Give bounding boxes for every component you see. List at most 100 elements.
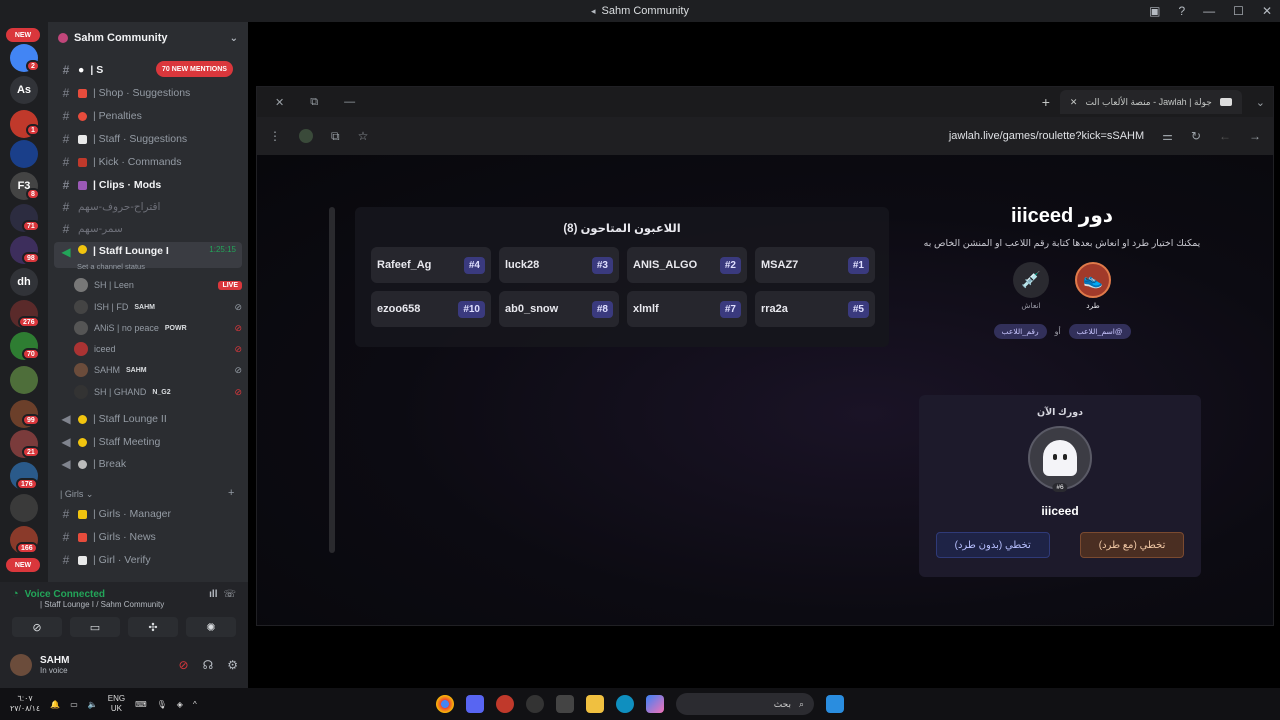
user-info[interactable]: SAHM In voice <box>40 655 69 675</box>
player-card[interactable]: #1 MSAZ7 <box>755 247 875 283</box>
gear-icon[interactable]: ⚙ <box>227 658 238 672</box>
windows-start-icon[interactable] <box>826 695 844 713</box>
server-icon[interactable] <box>10 140 38 168</box>
minimize-button[interactable]: — <box>1203 4 1215 18</box>
avatar[interactable] <box>10 654 32 676</box>
keyboard-icon[interactable]: ⌨ <box>135 700 147 709</box>
close-tab-icon[interactable]: ✕ <box>1070 97 1078 108</box>
minimize-icon[interactable]: — <box>344 96 355 109</box>
skip-with-kick-button[interactable]: تخطي (مع طرد) <box>1079 532 1185 558</box>
extensions-icon[interactable]: ⧉ <box>331 129 340 144</box>
channel-item[interactable]: # | Girls · News <box>54 527 242 547</box>
channel-item[interactable]: # | Girls · Manager <box>54 504 242 524</box>
guild-header[interactable]: Sahm Community ⌄ <box>48 22 248 54</box>
skip-without-kick-button[interactable]: تخطي (بدون طرد) <box>935 532 1050 558</box>
close-icon[interactable]: ✕ <box>275 96 284 109</box>
edge-icon[interactable] <box>616 695 634 713</box>
player-card[interactable]: #4 Rafeef_Ag <box>371 247 491 283</box>
forward-icon[interactable]: → <box>1249 129 1261 143</box>
chevron-up-icon[interactable]: ^ <box>193 700 197 709</box>
voice-channel[interactable]: ◀ | Staff Meeting <box>54 432 242 452</box>
channel-item[interactable]: # سمر-سهم <box>54 219 242 239</box>
voice-user[interactable]: ISH | FD SAHM ⊘ <box>74 297 242 317</box>
folder-icon[interactable] <box>586 695 604 713</box>
mode-kick[interactable]: 👟 طرد <box>1075 262 1111 310</box>
volume-icon[interactable]: 🔈 <box>88 700 98 709</box>
camera-button[interactable]: ⊘ <box>12 617 62 637</box>
player-card[interactable]: #5 rra2a <box>755 291 875 327</box>
disconnect-icon[interactable]: ☏ <box>223 589 236 600</box>
new-tab-button[interactable]: + <box>1042 94 1050 110</box>
server-icon[interactable] <box>10 494 38 522</box>
waveform-icon[interactable]: ıll <box>209 589 217 600</box>
chrome-icon[interactable] <box>436 695 454 713</box>
channel-item[interactable]: # | Girl · Verify <box>54 550 242 570</box>
player-card[interactable]: #10 ezoo658 <box>371 291 491 327</box>
settings-icon[interactable] <box>526 695 544 713</box>
discord-icon[interactable] <box>466 695 484 713</box>
restore-icon[interactable]: ⧉ <box>310 96 318 109</box>
channel-item[interactable]: # | Staff · Suggestions <box>54 129 242 149</box>
close-button[interactable]: ✕ <box>1262 4 1272 18</box>
player-card[interactable]: #7 xlmlf <box>627 291 747 327</box>
url-field[interactable]: jawlah.live/games/roulette?kick=sSAHM <box>949 130 1144 142</box>
voice-location[interactable]: | Staff Lounge I / Sahm Community <box>40 600 236 609</box>
browser-tab[interactable]: ✕ جولة | Jawlah - منصة الألعاب الت <box>1059 90 1242 114</box>
copilot-icon[interactable] <box>646 695 664 713</box>
player-card[interactable]: #8 ab0_snow <box>499 291 619 327</box>
notification-icon[interactable]: 🔔 <box>50 700 60 709</box>
display-icon[interactable]: ▭ <box>70 700 78 709</box>
new-pill[interactable]: NEW <box>6 558 40 572</box>
mic-muted-icon[interactable]: ⊘ <box>179 658 189 672</box>
help-icon[interactable]: ? <box>1178 4 1185 18</box>
voice-user[interactable]: SAHM SAHM ⊘ <box>74 360 242 380</box>
maximize-button[interactable]: ☐ <box>1233 4 1244 18</box>
screen-share-button[interactable]: ▭ <box>70 617 120 637</box>
clock[interactable]: ٦:٠٧ ٢٧/٠٨/١٤ <box>10 694 40 714</box>
channel-item[interactable]: # | Clips · Mods <box>54 175 242 195</box>
profile-icon[interactable] <box>299 129 313 143</box>
search-box[interactable]: بحث ⌕ <box>676 693 814 715</box>
activities-button[interactable]: ✣ <box>128 617 178 637</box>
category-girls[interactable]: | Girls ⌄ <box>60 489 93 500</box>
voice-channel[interactable]: ◀ | Break <box>54 454 242 474</box>
soundboard-button[interactable]: ✺ <box>186 617 236 637</box>
tab-search-icon[interactable]: ⌄ <box>1256 96 1265 109</box>
language-indicator[interactable]: ENG UK <box>108 694 125 714</box>
voice-user[interactable]: SH | Leen LIVE <box>74 275 242 295</box>
back-icon[interactable]: ← <box>1219 129 1231 143</box>
server-icon[interactable]: As <box>10 76 38 104</box>
channel-item[interactable]: # اقتراح-حروف-سهم <box>54 197 242 217</box>
app-icon[interactable] <box>496 695 514 713</box>
channel-item[interactable]: # | Shop · Suggestions <box>54 83 242 103</box>
player-card[interactable]: #2 ANIS_ALGO <box>627 247 747 283</box>
voice-user[interactable]: ANiS | no peace POWR ⊘ <box>74 318 242 338</box>
scrollbar[interactable] <box>329 207 335 553</box>
player-card[interactable]: #3 luck28 <box>499 247 619 283</box>
site-settings-icon[interactable]: ⚌ <box>1162 129 1173 143</box>
voice-user[interactable]: SH | GHAND N_G2 ⊘ <box>74 382 242 402</box>
voice-channel[interactable]: ◀ | Staff Lounge II <box>54 409 242 429</box>
voice-user[interactable]: iceed ⊘ <box>74 339 242 359</box>
bookmark-icon[interactable]: ☆ <box>358 129 369 143</box>
channel-status[interactable]: Set a channel status <box>77 262 145 271</box>
coffee-icon <box>78 459 87 469</box>
mic-icon[interactable]: 🎙 <box>157 700 167 709</box>
mode-revive[interactable]: 💉 انعاش <box>1013 262 1049 310</box>
channel-item[interactable]: # | Penalties <box>54 106 242 126</box>
channel-item[interactable]: # | Kick · Commands <box>54 152 242 172</box>
server-icon[interactable]: dh <box>10 268 38 296</box>
network-icon[interactable]: ◈ <box>177 700 183 709</box>
speaker-icon: ◀ <box>61 412 71 426</box>
hash-icon: # <box>62 63 70 77</box>
menu-icon[interactable]: ⋮ <box>269 129 281 143</box>
inbox-icon[interactable]: ▣ <box>1149 4 1160 18</box>
server-icon[interactable] <box>10 366 38 394</box>
new-pill[interactable]: NEW <box>6 28 40 42</box>
reload-icon[interactable]: ↻ <box>1191 129 1201 143</box>
calculator-icon[interactable] <box>556 695 574 713</box>
add-channel-icon[interactable]: + <box>228 487 234 499</box>
current-turn-label: دورك الآن <box>1036 407 1084 418</box>
headphones-icon[interactable]: ☊ <box>203 658 214 672</box>
new-mentions-badge[interactable]: 70 NEW MENTIONS <box>156 61 233 77</box>
